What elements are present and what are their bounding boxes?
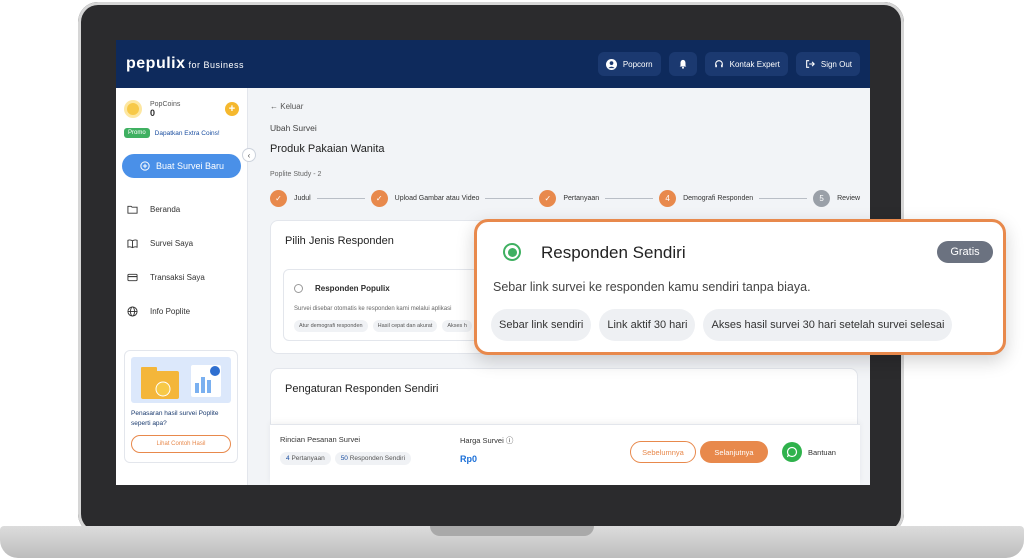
contact-expert-label: Kontak Expert <box>729 59 780 69</box>
contact-expert-button[interactable]: Kontak Expert <box>704 52 788 76</box>
sidebar-item-label: Beranda <box>150 204 181 214</box>
back-link[interactable]: ← Keluar <box>270 102 860 111</box>
new-survey-label: Buat Survei Baru <box>155 161 225 171</box>
step-connector <box>485 198 534 199</box>
sidebar-item-beranda[interactable]: Beranda <box>116 192 247 226</box>
step-demografi[interactable]: 4 Demografi Responden <box>659 190 753 207</box>
step-pertanyaan[interactable]: ✓ Pertanyaan <box>539 190 599 207</box>
previous-button[interactable]: Sebelumnya <box>630 441 696 463</box>
whatsapp-icon <box>782 442 802 462</box>
check-icon: ✓ <box>539 190 557 207</box>
feature-chip: Hasil cepat dan akurat <box>372 320 438 332</box>
page-title: Produk Pakaian Wanita <box>270 143 385 155</box>
sidebar-item-label: Transaksi Saya <box>150 272 205 282</box>
option-title: Responden Sendiri <box>541 243 686 262</box>
sidebar-item-transaksi-saya[interactable]: Transaksi Saya <box>116 260 247 294</box>
order-summary-label: Rincian Pesanan Survei <box>280 435 361 444</box>
popcoins-row: PopCoins 0 + <box>116 88 247 118</box>
order-summary-bar: Rincian Pesanan Survei 4 Pertanyaan 50 R… <box>270 424 860 485</box>
sign-out-button[interactable]: Sign Out <box>795 52 860 76</box>
sidebar-item-survei-saya[interactable]: Survei Saya <box>116 226 247 260</box>
popcoins-value: 0 <box>150 107 156 118</box>
sidebar-item-label: Info Poplite <box>150 306 191 316</box>
results-promo-card: Penasaran hasil survei Poplite seperti a… <box>124 350 238 463</box>
radio-button[interactable] <box>294 284 303 294</box>
folder-icon <box>126 203 138 215</box>
collapse-sidebar-button[interactable]: ‹ <box>242 148 256 162</box>
step-upload[interactable]: ✓ Upload Gambar atau Video <box>370 190 479 207</box>
laptop-notch <box>430 526 594 536</box>
promo-badge: Promo <box>124 128 150 138</box>
extra-coins-link[interactable]: Dapatkan Extra Coins! <box>155 130 220 137</box>
responden-sendiri-option-zoom[interactable]: Responden Sendiri Gratis Sebar link surv… <box>474 219 1006 355</box>
globe-icon <box>126 305 138 317</box>
promo-card-text: Penasaran hasil survei Poplite seperti a… <box>131 410 219 427</box>
logo[interactable]: pepulix for Business <box>126 55 244 73</box>
question-count-tag: 4 Pertanyaan <box>280 452 331 465</box>
user-name: Popcorn <box>622 59 653 69</box>
book-icon <box>126 237 138 249</box>
option-description: Sebar link survei ke responden kamu send… <box>493 280 811 294</box>
top-bar: pepulix for Business Popcorn Kontak Exper… <box>116 40 870 88</box>
bell-icon <box>677 58 689 70</box>
user-icon <box>606 58 618 70</box>
radio-selected-icon[interactable] <box>503 243 521 261</box>
sidebar-item-info-poplite[interactable]: Info Poplite <box>116 294 247 328</box>
add-coins-button[interactable]: + <box>225 102 239 116</box>
feature-chips: Sebar link sendiri Link aktif 30 hari Ak… <box>491 309 953 341</box>
help-label: Bantuan <box>808 447 836 457</box>
user-button[interactable]: Popcorn <box>597 52 661 76</box>
sign-out-label: Sign Out <box>820 59 852 69</box>
sidebar: PopCoins 0 + Promo Dapatkan Extra Coins!… <box>116 88 248 485</box>
price-label: Harga Survei ⓘ <box>460 436 514 445</box>
option-title: Responden Populix <box>315 284 390 294</box>
promo-row: Promo Dapatkan Extra Coins! <box>116 118 247 138</box>
feature-chip: Akses hasil survei 30 hari setelah surve… <box>703 309 953 341</box>
help-button[interactable]: Bantuan <box>782 442 836 462</box>
step-connector <box>605 198 654 199</box>
sign-out-icon <box>804 58 816 70</box>
page-subtitle: Ubah Survei <box>270 123 317 133</box>
sidebar-nav: Beranda Survei Saya Transaksi Saya Info … <box>116 192 247 328</box>
next-button[interactable]: Selanjutnya <box>700 441 768 463</box>
price-value: Rp0 <box>460 454 478 464</box>
sidebar-item-label: Survei Saya <box>150 238 194 248</box>
feature-chip: Akses h <box>442 320 472 332</box>
coin-icon <box>124 100 142 118</box>
feature-chip: Sebar link sendiri <box>491 309 592 341</box>
feature-chip: Link aktif 30 hari <box>599 309 696 341</box>
check-icon: ✓ <box>270 190 287 207</box>
step-judul[interactable]: ✓ Judul <box>270 190 311 207</box>
progress-stepper: ✓ Judul ✓ Upload Gambar atau Video ✓ Pertan… <box>270 190 860 207</box>
help-circle-icon[interactable]: ⓘ <box>506 436 514 445</box>
view-sample-results-button[interactable]: Lihat Contoh Hasil <box>131 434 231 453</box>
feature-chip: Atur demografi responden <box>294 320 368 332</box>
folder-chart-illustration <box>131 357 231 403</box>
headset-icon <box>713 58 725 70</box>
price-badge: Gratis <box>937 241 993 263</box>
new-survey-button[interactable]: Buat Survei Baru <box>122 154 241 178</box>
top-actions: Popcorn Kontak Expert Sign Out <box>597 52 860 76</box>
step-connector <box>316 198 365 199</box>
notification-button[interactable] <box>668 52 697 76</box>
step-number: 4 <box>659 190 677 207</box>
study-label: Poplite Study - 2 <box>270 171 322 178</box>
popcoins-label: PopCoins <box>150 100 181 108</box>
check-icon: ✓ <box>370 190 388 207</box>
card-title: Pengaturan Responden Sendiri <box>285 383 439 395</box>
card-icon <box>126 271 138 283</box>
plus-circle-icon <box>139 160 151 172</box>
step-number: 5 <box>813 190 831 207</box>
step-connector <box>759 198 808 199</box>
respondent-count-tag: 50 Responden Sendiri <box>334 452 412 465</box>
step-review[interactable]: 5 Review <box>813 190 860 207</box>
